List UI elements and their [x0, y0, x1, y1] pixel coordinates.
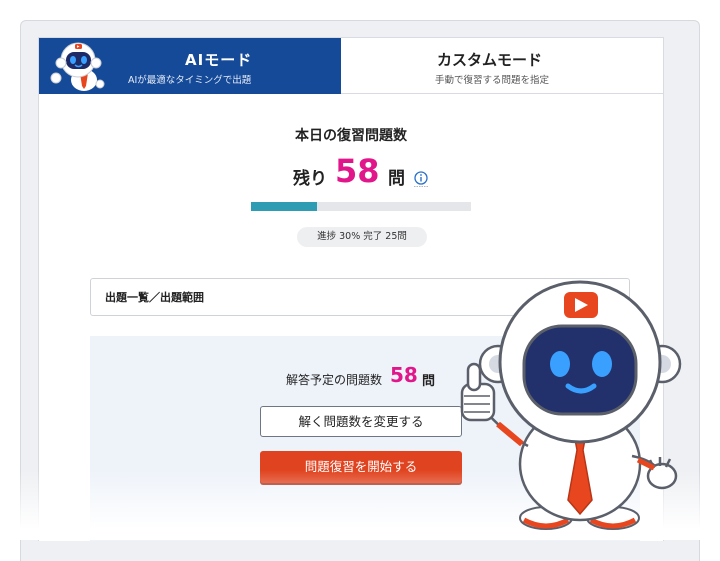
- tab-ai-subtitle: AIが最適なタイミングで出題: [128, 75, 252, 86]
- info-icon[interactable]: [413, 170, 429, 188]
- progress-bar: [251, 202, 471, 211]
- robot-mascot-icon: [50, 42, 105, 91]
- robot-mascot-illustration: [460, 280, 682, 530]
- today-review-title: 本日の復習問題数: [295, 128, 407, 144]
- planned-label: 解答予定の問題数: [286, 373, 383, 387]
- progress-bar-fill: [251, 202, 317, 211]
- remaining-unit: 問: [388, 169, 405, 189]
- progress-status-badge: 進捗 30% 完了 25問: [297, 227, 427, 247]
- remaining-number: 58: [335, 152, 380, 190]
- tab-custom-mode[interactable]: カスタムモード 手動で復習する問題を指定: [341, 38, 663, 94]
- tab-ai-title: AIモード: [185, 51, 253, 69]
- planned-number: 58: [390, 363, 418, 387]
- tab-custom-title: カスタムモード: [437, 51, 543, 69]
- tab-custom-subtitle: 手動で復習する問題を指定: [435, 75, 550, 86]
- change-count-button[interactable]: 解く問題数を変更する: [260, 406, 462, 437]
- planned-unit: 問: [422, 374, 436, 389]
- tab-ai-mode[interactable]: AIモード AIが最適なタイミングで出題: [39, 38, 341, 94]
- remaining-prefix: 残り: [293, 169, 327, 189]
